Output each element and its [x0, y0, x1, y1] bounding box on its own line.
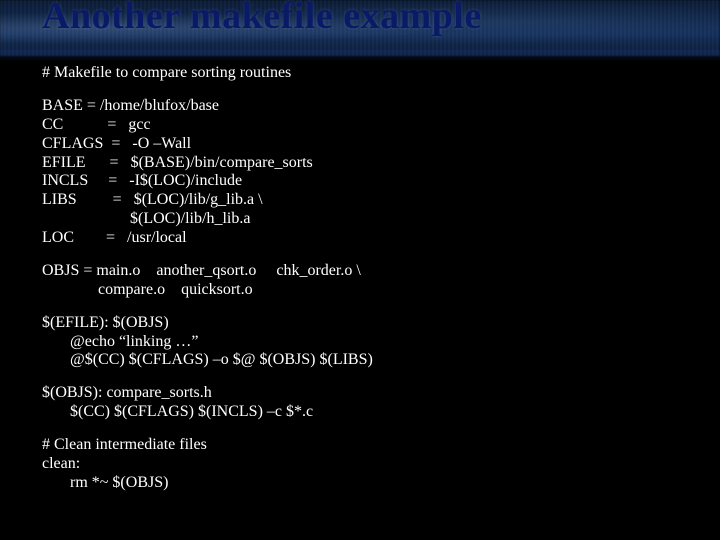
makefile-vars: BASE = /home/blufox/base CC = gcc CFLAGS…	[42, 97, 690, 248]
makefile-efile-rule: $(EFILE): $(OBJS) @echo “linking …” @$(C…	[42, 314, 690, 371]
makefile-objs-rule: $(OBJS): compare_sorts.h $(CC) $(CFLAGS)…	[42, 384, 690, 422]
slide-body: # Makefile to compare sorting routines B…	[42, 64, 690, 507]
makefile-clean: # Clean intermediate files clean: rm *~ …	[42, 436, 690, 493]
makefile-objs: OBJS = main.o another_qsort.o chk_order.…	[42, 262, 690, 300]
slide: Another makefile example # Makefile to c…	[0, 0, 720, 540]
slide-title: Another makefile example	[42, 0, 482, 38]
makefile-comment: # Makefile to compare sorting routines	[42, 64, 690, 83]
